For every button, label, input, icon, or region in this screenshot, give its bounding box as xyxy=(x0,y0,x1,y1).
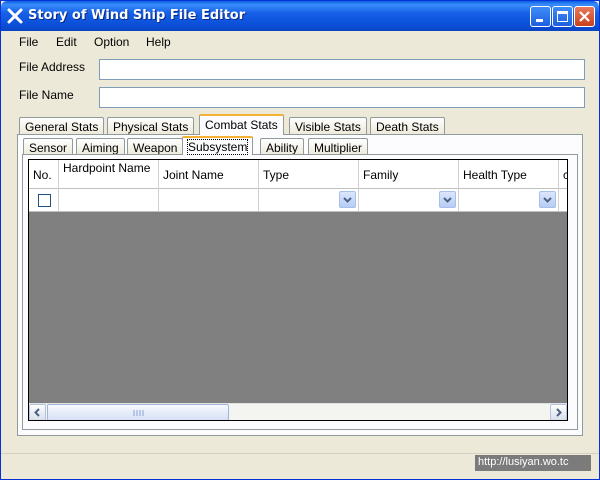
tab-visible-stats[interactable]: Visible Stats xyxy=(289,117,367,135)
menu-edit[interactable]: Edit xyxy=(56,35,77,49)
close-icon xyxy=(579,11,590,22)
file-name-input[interactable] xyxy=(99,87,585,108)
family-dropdown-button[interactable] xyxy=(439,191,456,208)
maximize-button[interactable] xyxy=(552,6,573,27)
cell-joint-name[interactable] xyxy=(159,189,259,211)
chevron-right-icon xyxy=(556,408,562,417)
chevron-down-icon xyxy=(543,197,552,203)
cell-no xyxy=(29,189,59,211)
chevron-down-icon xyxy=(343,197,352,203)
file-address-input[interactable] xyxy=(99,59,585,80)
chevron-left-icon xyxy=(34,408,40,417)
scroll-left-button[interactable] xyxy=(29,404,46,420)
column-header-c[interactable]: c xyxy=(559,160,567,189)
cell-family[interactable] xyxy=(359,189,459,211)
main-window: Story of Wind Ship File Editor File Edit… xyxy=(0,0,600,480)
menu-file[interactable]: File xyxy=(19,35,38,49)
type-dropdown-button[interactable] xyxy=(339,191,356,208)
tab-death-stats[interactable]: Death Stats xyxy=(370,117,445,135)
health-type-dropdown-button[interactable] xyxy=(539,191,556,208)
tab-subsystem[interactable]: Subsystem xyxy=(182,136,254,155)
window-title: Story of Wind Ship File Editor xyxy=(28,8,246,23)
close-button[interactable] xyxy=(574,6,595,27)
row-checkbox[interactable] xyxy=(38,194,51,207)
cell-c[interactable] xyxy=(559,189,567,211)
column-header-health-type[interactable]: Health Type xyxy=(459,160,559,189)
column-header-type[interactable]: Type xyxy=(259,160,359,189)
cell-type[interactable] xyxy=(259,189,359,211)
column-header-hardpoint-name[interactable]: Hardpoint Name xyxy=(59,160,159,189)
tab-physical-stats[interactable]: Physical Stats xyxy=(107,117,195,135)
cell-health-type[interactable] xyxy=(459,189,559,211)
menu-option[interactable]: Option xyxy=(94,35,129,49)
table-row[interactable] xyxy=(29,189,567,212)
column-header-family[interactable]: Family xyxy=(359,160,459,189)
chevron-down-icon xyxy=(443,197,452,203)
app-icon xyxy=(7,8,23,24)
file-address-label: File Address xyxy=(19,60,86,74)
file-name-label: File Name xyxy=(19,88,74,102)
tab-combat-stats[interactable]: Combat Stats xyxy=(199,114,284,135)
scroll-right-button[interactable] xyxy=(550,404,567,420)
column-header-joint-name[interactable]: Joint Name xyxy=(159,160,259,189)
minimize-icon xyxy=(536,19,543,22)
minimize-button[interactable] xyxy=(530,6,551,27)
grip-icon xyxy=(133,410,144,416)
menu-help[interactable]: Help xyxy=(146,35,171,49)
scroll-thumb[interactable] xyxy=(47,404,229,420)
subsystem-grid[interactable]: No. Hardpoint Name Joint Name Type Famil… xyxy=(28,159,568,421)
cell-hardpoint-name[interactable] xyxy=(59,189,159,211)
horizontal-scrollbar[interactable] xyxy=(29,403,567,420)
maximize-icon xyxy=(557,11,568,22)
tab-general-stats[interactable]: General Stats xyxy=(19,117,105,135)
title-bar[interactable]: Story of Wind Ship File Editor xyxy=(1,1,599,31)
watermark: http://lusiyan.wo.tc xyxy=(475,455,591,471)
menu-bar: File Edit Option Help xyxy=(1,31,599,53)
column-header-no[interactable]: No. xyxy=(29,160,59,189)
grid-header: No. Hardpoint Name Joint Name Type Famil… xyxy=(29,160,567,189)
tab-subsystem-label: Subsystem xyxy=(186,139,249,155)
